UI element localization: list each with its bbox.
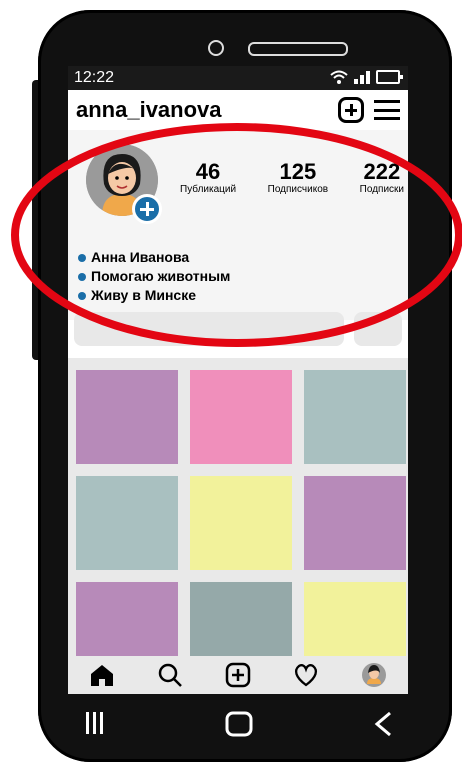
profile-avatar-icon[interactable] xyxy=(359,660,389,690)
heart-icon[interactable] xyxy=(291,660,321,690)
search-icon[interactable] xyxy=(155,660,185,690)
stat-posts-count: 46 xyxy=(195,159,221,184)
profile-section: 46 Публикаций 125 Подписчиков 222 Подпис… xyxy=(68,130,408,346)
bottom-nav xyxy=(68,656,408,694)
post-tile[interactable] xyxy=(76,370,178,464)
home-button-icon[interactable] xyxy=(224,710,254,738)
system-nav-bar xyxy=(0,700,462,750)
battery-icon xyxy=(376,70,403,84)
post-tile[interactable] xyxy=(304,476,406,570)
post-tile[interactable] xyxy=(304,582,406,662)
bio-line: Помогаю животным xyxy=(91,268,231,284)
bio-name: Анна Иванова xyxy=(91,249,190,265)
stat-followers-count: 125 xyxy=(279,159,317,184)
stat-posts[interactable]: 46 Публикаций xyxy=(180,159,237,196)
post-tile[interactable] xyxy=(304,370,406,464)
post-tile[interactable] xyxy=(190,476,292,570)
home-icon[interactable] xyxy=(87,660,117,690)
status-bar: 12:22 xyxy=(68,66,408,90)
profile-header: anna_ivanova xyxy=(68,90,408,130)
add-story-button[interactable] xyxy=(132,194,162,224)
post-tile[interactable] xyxy=(190,370,292,464)
bio-location: Живу в Минске xyxy=(91,287,196,303)
profile-bio: Анна Иванова Помогаю животным Живу в Мин… xyxy=(78,248,230,305)
status-icons xyxy=(330,70,403,84)
screen: 12:22 anna_ivanova 46 Публикаций 125 Под… xyxy=(68,66,408,694)
add-post-icon[interactable] xyxy=(223,660,253,690)
stat-followers-label: Подписчиков xyxy=(267,184,329,195)
discover-people-button[interactable] xyxy=(354,312,402,346)
front-camera xyxy=(208,40,224,56)
stat-following-count: 222 xyxy=(363,159,401,184)
profile-stats: 46 Публикаций 125 Подписчиков 222 Подпис… xyxy=(180,159,404,196)
bullet-icon xyxy=(78,291,86,300)
status-time: 12:22 xyxy=(74,69,115,86)
back-icon[interactable] xyxy=(372,710,394,738)
posts-grid xyxy=(68,358,408,662)
recents-icon[interactable] xyxy=(84,710,106,736)
bullet-icon xyxy=(78,272,86,281)
signal-icon xyxy=(354,70,370,84)
post-tile[interactable] xyxy=(76,476,178,570)
username: anna_ivanova xyxy=(76,97,222,122)
stat-posts-label: Публикаций xyxy=(180,184,237,195)
menu-icon[interactable] xyxy=(374,100,400,120)
stat-following[interactable]: 222 Подписки xyxy=(359,159,404,196)
edit-profile-button[interactable] xyxy=(74,312,344,346)
post-tile[interactable] xyxy=(190,582,292,662)
wifi-icon xyxy=(330,70,348,84)
post-tile[interactable] xyxy=(76,582,178,662)
new-post-icon[interactable] xyxy=(338,97,364,123)
stat-following-label: Подписки xyxy=(359,184,404,195)
speaker-grille xyxy=(248,42,348,56)
stat-followers[interactable]: 125 Подписчиков xyxy=(267,159,329,196)
bullet-icon xyxy=(78,253,86,262)
